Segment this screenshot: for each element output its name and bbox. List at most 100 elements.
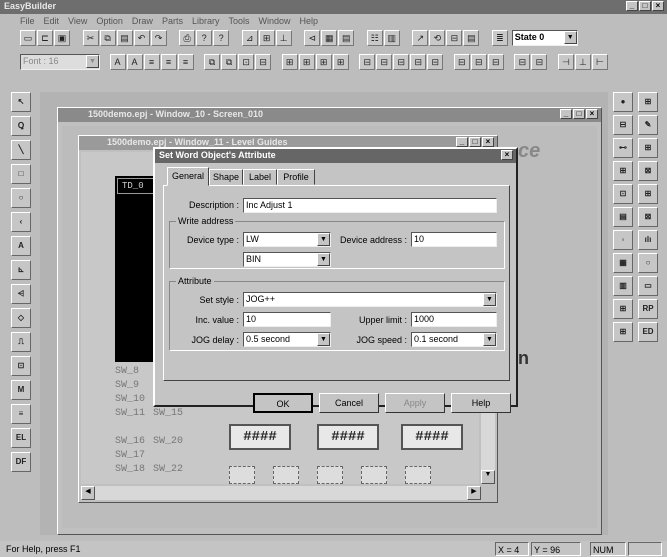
tool-button[interactable]: ⊾ [11, 260, 31, 280]
minimize-icon[interactable]: _ [456, 137, 468, 147]
scroll-left-icon[interactable]: ◀ [81, 486, 95, 500]
zoom-icon[interactable]: ⊟ [514, 54, 531, 70]
chevron-down-icon[interactable]: ▼ [483, 293, 496, 306]
window-icon[interactable]: ▥ [383, 30, 400, 46]
menu-item[interactable]: Tools [228, 16, 249, 26]
switch-button[interactable] [273, 466, 299, 484]
description-field[interactable]: Inc Adjust 1 [243, 198, 497, 213]
group-icon[interactable]: ⊡ [238, 54, 255, 70]
layer-back-icon[interactable]: ⧉ [221, 54, 238, 70]
chevron-down-icon[interactable]: ▼ [317, 233, 330, 246]
arrange3-icon[interactable]: ⊟ [487, 54, 504, 70]
minimize-icon[interactable]: _ [626, 1, 638, 11]
draw-icon[interactable]: ⊿ [241, 30, 258, 46]
undo-icon[interactable]: ↶ [133, 30, 150, 46]
copy-icon[interactable]: ⧉ [99, 30, 116, 46]
paste-icon[interactable]: ▤ [116, 30, 133, 46]
jog-speed-select[interactable]: 0.1 second ▼ [411, 332, 497, 347]
redo-icon[interactable]: ↷ [150, 30, 167, 46]
tool-button[interactable]: ▭ [638, 276, 658, 296]
arrange2-icon[interactable]: ⊟ [470, 54, 487, 70]
library-icon[interactable]: ▦ [321, 30, 338, 46]
scroll-right-icon[interactable]: ▶ [467, 486, 481, 500]
print-icon[interactable]: ⎙ [179, 30, 196, 46]
align-right-icon[interactable]: ≡ [177, 54, 194, 70]
tool-button[interactable]: DF [11, 452, 31, 472]
tool-button[interactable]: Ꝗ [11, 116, 31, 136]
device-address-field[interactable]: 10 [411, 232, 497, 247]
menu-item[interactable]: View [68, 16, 87, 26]
tool-button[interactable]: □ [11, 164, 31, 184]
tool-button[interactable]: ▥ [613, 276, 633, 296]
chevron-down-icon[interactable]: ▼ [86, 55, 99, 68]
set-style-select[interactable]: JOG++ ▼ [243, 292, 497, 307]
state-icon[interactable]: ≣ [491, 30, 508, 46]
new-file-icon[interactable]: ▭ [20, 30, 36, 46]
height-icon[interactable]: ⊟ [410, 54, 427, 70]
tool-button[interactable]: ╲ [11, 140, 31, 160]
maximize-icon[interactable]: □ [573, 109, 585, 119]
tool-button[interactable]: ● [613, 92, 633, 112]
tool-button[interactable]: ✎ [638, 115, 658, 135]
help-button[interactable]: Help [451, 393, 511, 413]
tool-button[interactable]: ○ [11, 188, 31, 208]
context-help-icon[interactable]: ? [213, 30, 230, 46]
chevron-down-icon[interactable]: ▼ [563, 31, 577, 44]
help-icon[interactable]: ? [196, 30, 213, 46]
chevron-down-icon[interactable]: ▼ [317, 333, 330, 346]
tool-button[interactable]: ▦ [613, 253, 633, 273]
tool-button[interactable]: ⊞ [638, 92, 658, 112]
table-icon[interactable]: ☷ [366, 30, 383, 46]
tool-button[interactable]: A [11, 236, 31, 256]
tool-button[interactable]: ⊠ [638, 161, 658, 181]
ungroup-icon[interactable]: ⊟ [255, 54, 272, 70]
tab-profile[interactable]: Profile [277, 169, 315, 185]
open-file-icon[interactable]: ⊏ [37, 30, 53, 46]
align-left2-icon[interactable]: ⊣ [557, 54, 574, 70]
tool-button[interactable]: ⊞ [638, 138, 658, 158]
snap-c-icon[interactable]: ⊞ [332, 54, 349, 70]
layer-front-icon[interactable]: ⧉ [204, 54, 221, 70]
hash-field-2[interactable]: #### [317, 424, 379, 450]
arrow-icon[interactable]: ↗ [412, 30, 429, 46]
cut-icon[interactable]: ✂ [82, 30, 99, 46]
tool-button[interactable]: ⊞ [613, 322, 633, 342]
tool-button[interactable]: ED [638, 322, 658, 342]
tool-button[interactable]: ↖ [11, 92, 31, 112]
menu-item[interactable]: Option [96, 16, 123, 26]
align-right2-icon[interactable]: ⊢ [591, 54, 608, 70]
menu-item[interactable]: Library [192, 16, 220, 26]
zoom2-icon[interactable]: ⊟ [531, 54, 548, 70]
jog-delay-select[interactable]: 0.5 second ▼ [243, 332, 331, 347]
chevron-down-icon[interactable]: ▼ [317, 253, 330, 266]
menu-item[interactable]: Edit [44, 16, 60, 26]
ok-button[interactable]: OK [253, 393, 313, 413]
tool-button[interactable]: ⊡ [11, 356, 31, 376]
space-icon[interactable]: ⊟ [427, 54, 444, 70]
font-smaller-icon[interactable]: A [126, 54, 143, 70]
tool-button[interactable]: ▤ [613, 207, 633, 227]
rotate-icon[interactable]: ⟲ [429, 30, 446, 46]
size-icon[interactable]: ⊟ [376, 54, 393, 70]
download-icon[interactable]: ▤ [463, 30, 480, 46]
tab-shape[interactable]: Shape [209, 169, 243, 185]
menu-item[interactable]: File [20, 16, 35, 26]
close-icon[interactable]: × [652, 1, 664, 11]
close-icon[interactable]: × [482, 137, 494, 147]
picture-icon[interactable]: ▤ [338, 30, 355, 46]
arrange-icon[interactable]: ⊟ [453, 54, 470, 70]
tool-button[interactable]: RP [638, 299, 658, 319]
menu-item[interactable]: Parts [162, 16, 183, 26]
menu-item[interactable]: Window [258, 16, 290, 26]
tool-button[interactable]: ⊞ [638, 184, 658, 204]
inc-value-field[interactable]: 10 [243, 312, 331, 327]
data-format-select[interactable]: BIN ▼ [243, 252, 331, 267]
upper-limit-field[interactable]: 1000 [411, 312, 497, 327]
switch-button[interactable] [361, 466, 387, 484]
tool-button[interactable]: ⩤ [11, 284, 31, 304]
hash-field-3[interactable]: #### [401, 424, 463, 450]
switch-button[interactable] [405, 466, 431, 484]
switch-button[interactable] [229, 466, 255, 484]
maximize-icon[interactable]: □ [469, 137, 481, 147]
tool-button[interactable]: ◦ [613, 230, 633, 250]
